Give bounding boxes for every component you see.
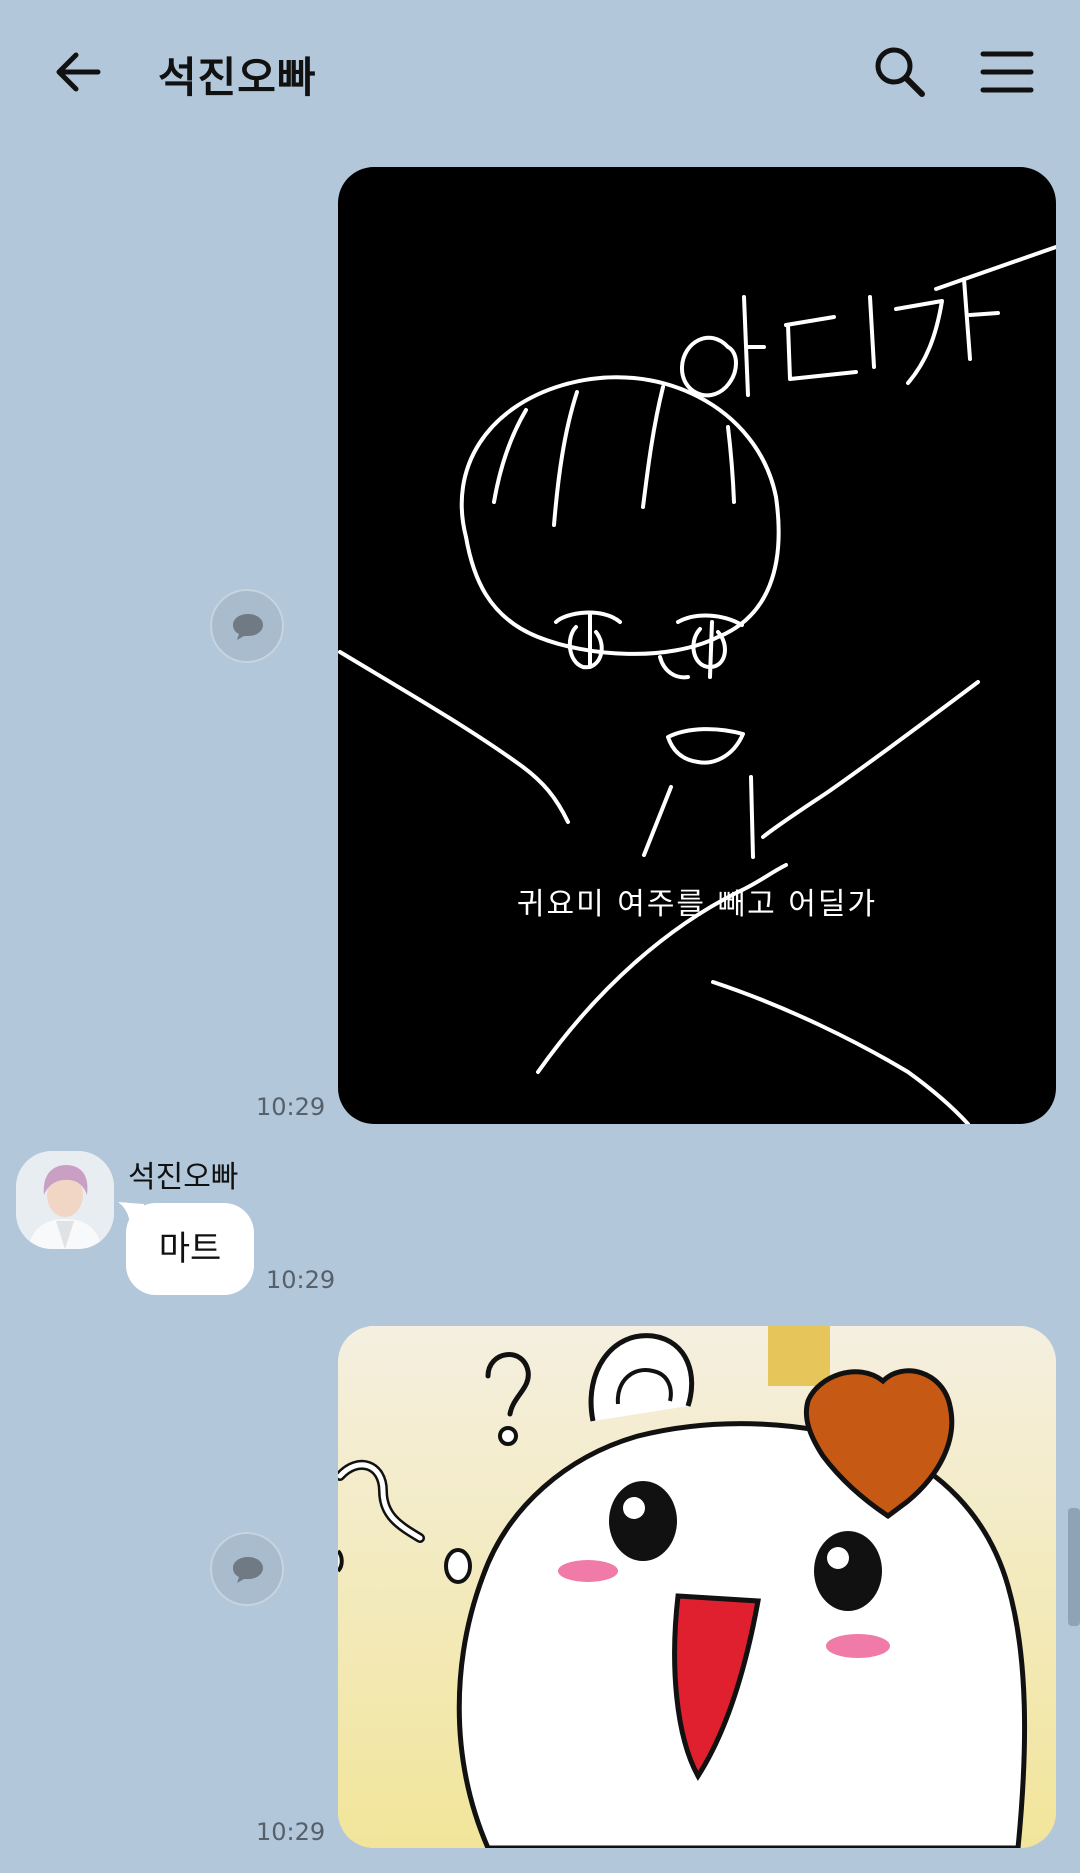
arrow-left-icon — [56, 52, 101, 92]
menu-button[interactable] — [980, 48, 1034, 96]
image-message-doodle[interactable]: 귀요미 여주를 빼고 어딜가 — [338, 167, 1056, 1124]
chat-title: 석진오빠 — [158, 53, 317, 102]
speech-bubble-icon — [233, 1557, 263, 1583]
avatar[interactable] — [16, 1151, 114, 1249]
scrollbar[interactable] — [1068, 1508, 1080, 1626]
search-icon — [875, 47, 925, 97]
hamster-cartoon — [338, 1326, 1056, 1848]
message-time: 10:29 — [256, 1093, 326, 1121]
share-button[interactable] — [210, 1532, 284, 1606]
doodle-drawing — [338, 245, 1056, 1124]
profile-photo — [16, 1151, 114, 1249]
image-message-hamster[interactable] — [338, 1326, 1056, 1848]
text-message-bubble[interactable]: 마트 — [126, 1203, 254, 1295]
sender-name: 석진오빠 — [128, 1160, 239, 1195]
image-caption: 귀요미 여주를 빼고 어딜가 — [516, 887, 878, 922]
message-time: 10:29 — [256, 1818, 326, 1846]
message-time: 10:29 — [266, 1266, 336, 1294]
chat-header: 석진오빠 — [0, 0, 1080, 150]
speech-bubble-icon — [233, 614, 263, 640]
hamburger-menu-icon — [980, 51, 1034, 93]
share-button[interactable] — [210, 589, 284, 663]
search-button[interactable] — [872, 44, 928, 100]
back-button[interactable] — [48, 42, 108, 102]
